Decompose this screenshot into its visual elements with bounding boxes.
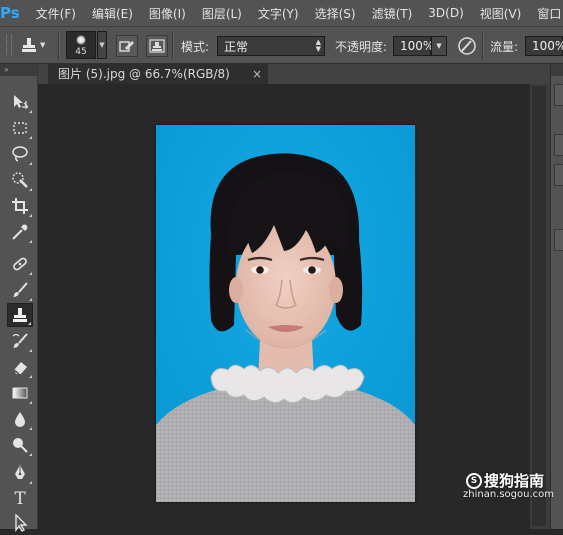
opacity-value: 100% <box>400 39 435 53</box>
menu-type[interactable]: 文字(Y) <box>250 5 307 22</box>
mode-label: 模式: <box>181 40 210 54</box>
sogou-logo-icon: S <box>466 472 482 489</box>
eraser-tool-icon[interactable] <box>7 355 33 379</box>
menu-bar: Ps 文件(F) 编辑(E) 图像(I) 图层(L) 文字(Y) 选择(S) 滤… <box>0 0 563 26</box>
opacity-input[interactable]: 100% <box>393 36 435 56</box>
panel-button[interactable] <box>554 134 563 156</box>
menu-image[interactable]: 图像(I) <box>141 5 194 22</box>
move-tool-icon[interactable] <box>7 90 33 114</box>
brush-tool-icon[interactable] <box>7 278 33 302</box>
toolbox-collapse-icon[interactable]: » <box>0 64 37 76</box>
document-tab-bar: 图片 (5).jpg @ 66.7%(RGB/8) × <box>38 64 550 84</box>
watermark-text: 搜狗指南 <box>484 472 545 490</box>
mode-value: 正常 <box>224 39 249 54</box>
path-selection-tool-icon[interactable] <box>7 511 33 535</box>
document-tab-title: 图片 (5).jpg @ 66.7%(RGB/8) <box>58 67 230 81</box>
menu-edit[interactable]: 编辑(E) <box>84 5 141 22</box>
flow-label: 流量: <box>490 40 519 54</box>
options-bar: ▼ 45 ▼ 模式: 正常 ▲ ▼ 不透明度: 100% ▼ 流量: 100% <box>0 26 563 64</box>
panel-button[interactable] <box>554 229 563 251</box>
blur-tool-icon[interactable] <box>7 407 33 431</box>
watermark: S 搜狗指南 <box>466 470 544 491</box>
dodge-tool-icon[interactable] <box>7 433 33 457</box>
scrollbar-thumb[interactable] <box>532 86 546 526</box>
right-panel-header <box>551 64 563 76</box>
menu-filter[interactable]: 滤镜(T) <box>364 5 421 22</box>
history-brush-tool-icon[interactable] <box>7 329 33 353</box>
tool-preset-picker[interactable]: ▼ <box>20 33 52 57</box>
clone-source-panel-button[interactable] <box>146 35 168 57</box>
document-image[interactable] <box>156 125 415 502</box>
toolbox: » T <box>0 64 38 532</box>
clone-source-icon <box>149 39 165 53</box>
options-separator <box>172 33 174 59</box>
brush-panel-button[interactable] <box>116 35 138 57</box>
marquee-tool-icon[interactable] <box>7 116 33 140</box>
options-separator <box>482 33 484 59</box>
menu-view[interactable]: 视图(V) <box>472 5 530 22</box>
photoshop-logo: Ps <box>0 4 20 22</box>
right-panel-dock <box>550 64 563 529</box>
close-icon[interactable]: × <box>252 64 262 84</box>
pen-tool-icon[interactable] <box>7 461 33 485</box>
eyedropper-tool-icon[interactable] <box>7 220 33 244</box>
tool-preset-arrow-icon: ▼ <box>40 41 46 49</box>
brush-size-label: 45 <box>75 47 87 57</box>
type-tool-icon[interactable]: T <box>7 487 33 511</box>
brush-preset-dropdown-icon[interactable]: ▼ <box>97 31 107 59</box>
menu-window[interactable]: 窗口 <box>529 5 563 22</box>
opacity-dropdown-icon[interactable]: ▼ <box>431 36 447 56</box>
gradient-tool-icon[interactable] <box>7 381 33 405</box>
menu-3d[interactable]: 3D(D) <box>420 6 471 20</box>
panel-button[interactable] <box>554 164 563 186</box>
menu-select[interactable]: 选择(S) <box>307 5 364 22</box>
panel-button[interactable] <box>554 84 563 106</box>
clone-stamp-tool-icon[interactable] <box>7 303 33 327</box>
document-tab[interactable]: 图片 (5).jpg @ 66.7%(RGB/8) × <box>48 64 268 84</box>
menu-layer[interactable]: 图层(L) <box>194 5 250 22</box>
vertical-scrollbar[interactable] <box>530 84 550 529</box>
healing-brush-tool-icon[interactable] <box>7 252 33 276</box>
portrait-photo <box>156 125 415 502</box>
flow-value: 100% <box>532 39 563 53</box>
crop-tool-icon[interactable] <box>7 194 33 218</box>
mode-select[interactable]: 正常 ▲ ▼ <box>217 36 325 56</box>
lasso-tool-icon[interactable] <box>7 142 33 166</box>
select-arrows-icon: ▲ ▼ <box>315 38 321 53</box>
menu-file[interactable]: 文件(F) <box>20 5 84 22</box>
options-bar-grip[interactable] <box>6 35 12 55</box>
watermark-url: zhinan.sogou.com <box>463 489 555 500</box>
tablet-pressure-icon <box>458 37 476 55</box>
brush-panel-icon <box>119 41 134 52</box>
pressure-opacity-button[interactable] <box>456 35 478 57</box>
opacity-label: 不透明度: <box>335 40 388 54</box>
brush-tip-icon <box>76 35 86 45</box>
flow-input[interactable]: 100% <box>525 36 563 56</box>
clone-stamp-icon <box>22 38 36 52</box>
quick-selection-tool-icon[interactable] <box>7 168 33 192</box>
brush-preset-picker[interactable]: 45 <box>66 31 96 59</box>
options-separator <box>58 33 60 59</box>
